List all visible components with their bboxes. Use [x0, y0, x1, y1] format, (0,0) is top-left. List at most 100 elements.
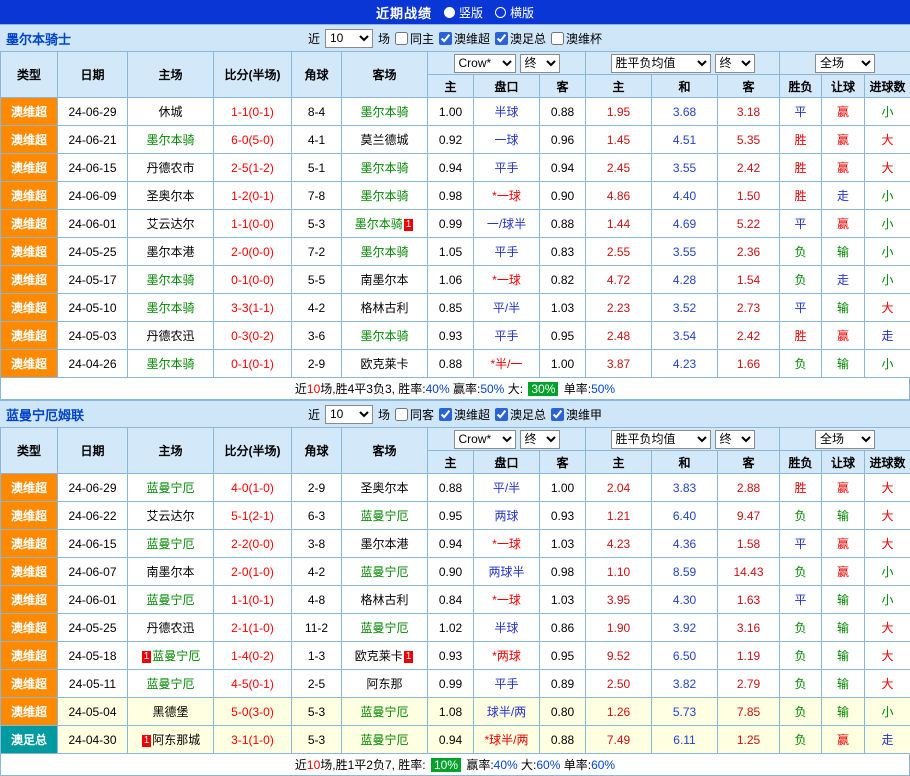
mean-final-select[interactable]: 终	[715, 430, 755, 449]
layout-radio-vertical[interactable]: 竖版	[444, 4, 483, 21]
result-wdl-cell: 负	[780, 670, 822, 698]
mean-final-select[interactable]: 终	[715, 54, 755, 73]
col-subheader: 和	[652, 451, 718, 474]
team-name-text: 格林古利	[360, 301, 408, 315]
home-odds-cell: 1.02	[428, 614, 474, 642]
mean-home-cell: 4.72	[586, 266, 652, 294]
match-row: 澳维超24-05-10墨尔本骑3-3(1-1)4-2格林古利0.85平/半1.0…	[1, 294, 910, 322]
mean-select-cell: 胜平负均值终	[586, 428, 780, 451]
scope-select-cell: 全场	[780, 52, 910, 75]
filter-澳维超[interactable]: 澳维超	[439, 30, 490, 47]
result-goals-cell: 大	[865, 502, 910, 530]
away-team-cell: 蓝曼宁厄	[342, 698, 428, 726]
filter-checkbox-澳维超[interactable]	[439, 32, 452, 45]
filter-澳维杯[interactable]: 澳维杯	[551, 30, 602, 47]
away-team-cell: 阿东那	[342, 670, 428, 698]
result-wdl-cell: 负	[780, 502, 822, 530]
filter-checkbox-同客[interactable]	[395, 408, 408, 421]
team-name-text: 墨尔本骑	[360, 329, 408, 343]
league-cell: 澳维超	[1, 266, 58, 294]
league-cell: 澳维超	[1, 154, 58, 182]
mean-odds-select[interactable]: 胜平负均值	[611, 54, 711, 73]
result-wdl-cell: 负	[780, 642, 822, 670]
home-team-cell: 丹德农迅	[128, 322, 214, 350]
filter-同客[interactable]: 同客	[395, 406, 434, 423]
date-cell: 24-06-15	[58, 530, 128, 558]
handicap-cell: *一球	[474, 586, 540, 614]
scope-select[interactable]: 全场	[815, 430, 875, 449]
match-row: 澳维超24-06-29休城1-1(0-1)8-4墨尔本骑1.00半球0.881.…	[1, 98, 910, 126]
away-odds-cell: 0.95	[540, 642, 586, 670]
result-goals-cell: 小	[865, 210, 910, 238]
mean-away-cell: 1.25	[718, 726, 780, 754]
odds-select-cell: Crow*终	[428, 428, 586, 451]
scope-select[interactable]: 全场	[815, 54, 875, 73]
filter-澳足总[interactable]: 澳足总	[495, 406, 546, 423]
result-goals-cell: 小	[865, 238, 910, 266]
date-cell: 24-05-04	[58, 698, 128, 726]
date-cell: 24-05-17	[58, 266, 128, 294]
league-cell: 澳维超	[1, 530, 58, 558]
team-name-text: 丹德农市	[146, 161, 194, 175]
corner-cell: 2-9	[292, 350, 342, 378]
filter-澳足总[interactable]: 澳足总	[495, 30, 546, 47]
mean-draw-cell: 3.55	[652, 238, 718, 266]
filter-同主[interactable]: 同主	[395, 30, 434, 47]
match-row: 澳维超24-05-11蓝曼宁厄4-5(0-1)2-5阿东那0.99平手0.892…	[1, 670, 910, 698]
odds-final-select[interactable]: 终	[520, 430, 560, 449]
odds-company-select[interactable]: Crow*	[454, 430, 516, 449]
mean-draw-cell: 3.54	[652, 322, 718, 350]
mean-select-cell: 胜平负均值终	[586, 52, 780, 75]
summary-part: 近	[295, 380, 307, 397]
home-team-cell: 蓝曼宁厄	[128, 586, 214, 614]
team-name-text: 墨尔本骑	[360, 105, 408, 119]
odds-company-select[interactable]: Crow*	[454, 54, 516, 73]
score-cell: 1-1(0-0)	[214, 210, 292, 238]
result-wdl-cell: 负	[780, 266, 822, 294]
score-cell: 1-2(0-1)	[214, 182, 292, 210]
match-count-select[interactable]: 10	[325, 29, 373, 48]
result-wdl-cell: 胜	[780, 182, 822, 210]
home-team-cell: 休城	[128, 98, 214, 126]
filter-checkbox-澳足总[interactable]	[495, 408, 508, 421]
home-odds-cell: 0.93	[428, 322, 474, 350]
filter-checkbox-澳维超[interactable]	[439, 408, 452, 421]
home-team-cell: 蓝曼宁厄	[128, 530, 214, 558]
score-cell: 2-1(1-0)	[214, 614, 292, 642]
filter-checkbox-同主[interactable]	[395, 32, 408, 45]
league-cell: 澳维超	[1, 126, 58, 154]
handicap-cell: 两球	[474, 502, 540, 530]
filter-checkbox-澳维杯[interactable]	[551, 32, 564, 45]
result-handicap-cell: 走	[822, 182, 865, 210]
mean-away-cell: 2.79	[718, 670, 780, 698]
result-goals-cell: 小	[865, 98, 910, 126]
home-team-cell: 1阿东那城	[128, 726, 214, 754]
mean-draw-cell: 6.40	[652, 502, 718, 530]
summary-part: 大:	[504, 380, 526, 397]
filter-checkbox-澳足总[interactable]	[495, 32, 508, 45]
handicap-cell: 平手	[474, 154, 540, 182]
mean-away-cell: 1.58	[718, 530, 780, 558]
team-name-text: 丹德农迅	[146, 621, 194, 635]
away-odds-cell: 0.88	[540, 726, 586, 754]
filter-checkbox-澳维甲[interactable]	[551, 408, 564, 421]
mean-odds-select[interactable]: 胜平负均值	[611, 430, 711, 449]
handicap-cell: 平/半	[474, 474, 540, 502]
page-root: 近期战绩 竖版 横版 墨尔本骑士近10场同主澳维超澳足总澳维杯类型日期主场比分(…	[0, 0, 910, 776]
summary-part: 赢率:	[463, 756, 494, 773]
team-name-text: 墨尔本骑	[146, 273, 194, 287]
layout-radio-horizontal[interactable]: 横版	[495, 4, 534, 21]
match-count-select[interactable]: 10	[325, 405, 373, 424]
col-header: 客场	[342, 428, 428, 474]
radio-vertical-label: 竖版	[459, 4, 483, 21]
home-team-cell: 艾云达尔	[128, 210, 214, 238]
corner-cell: 4-8	[292, 586, 342, 614]
odds-final-select[interactable]: 终	[520, 54, 560, 73]
filter-澳维甲[interactable]: 澳维甲	[551, 406, 602, 423]
handicap-cell: 半球	[474, 614, 540, 642]
mean-draw-cell: 4.36	[652, 530, 718, 558]
filter-澳维超[interactable]: 澳维超	[439, 406, 490, 423]
handicap-cell: 平/半	[474, 294, 540, 322]
home-odds-cell: 1.05	[428, 238, 474, 266]
away-team-cell: 墨尔本骑	[342, 322, 428, 350]
